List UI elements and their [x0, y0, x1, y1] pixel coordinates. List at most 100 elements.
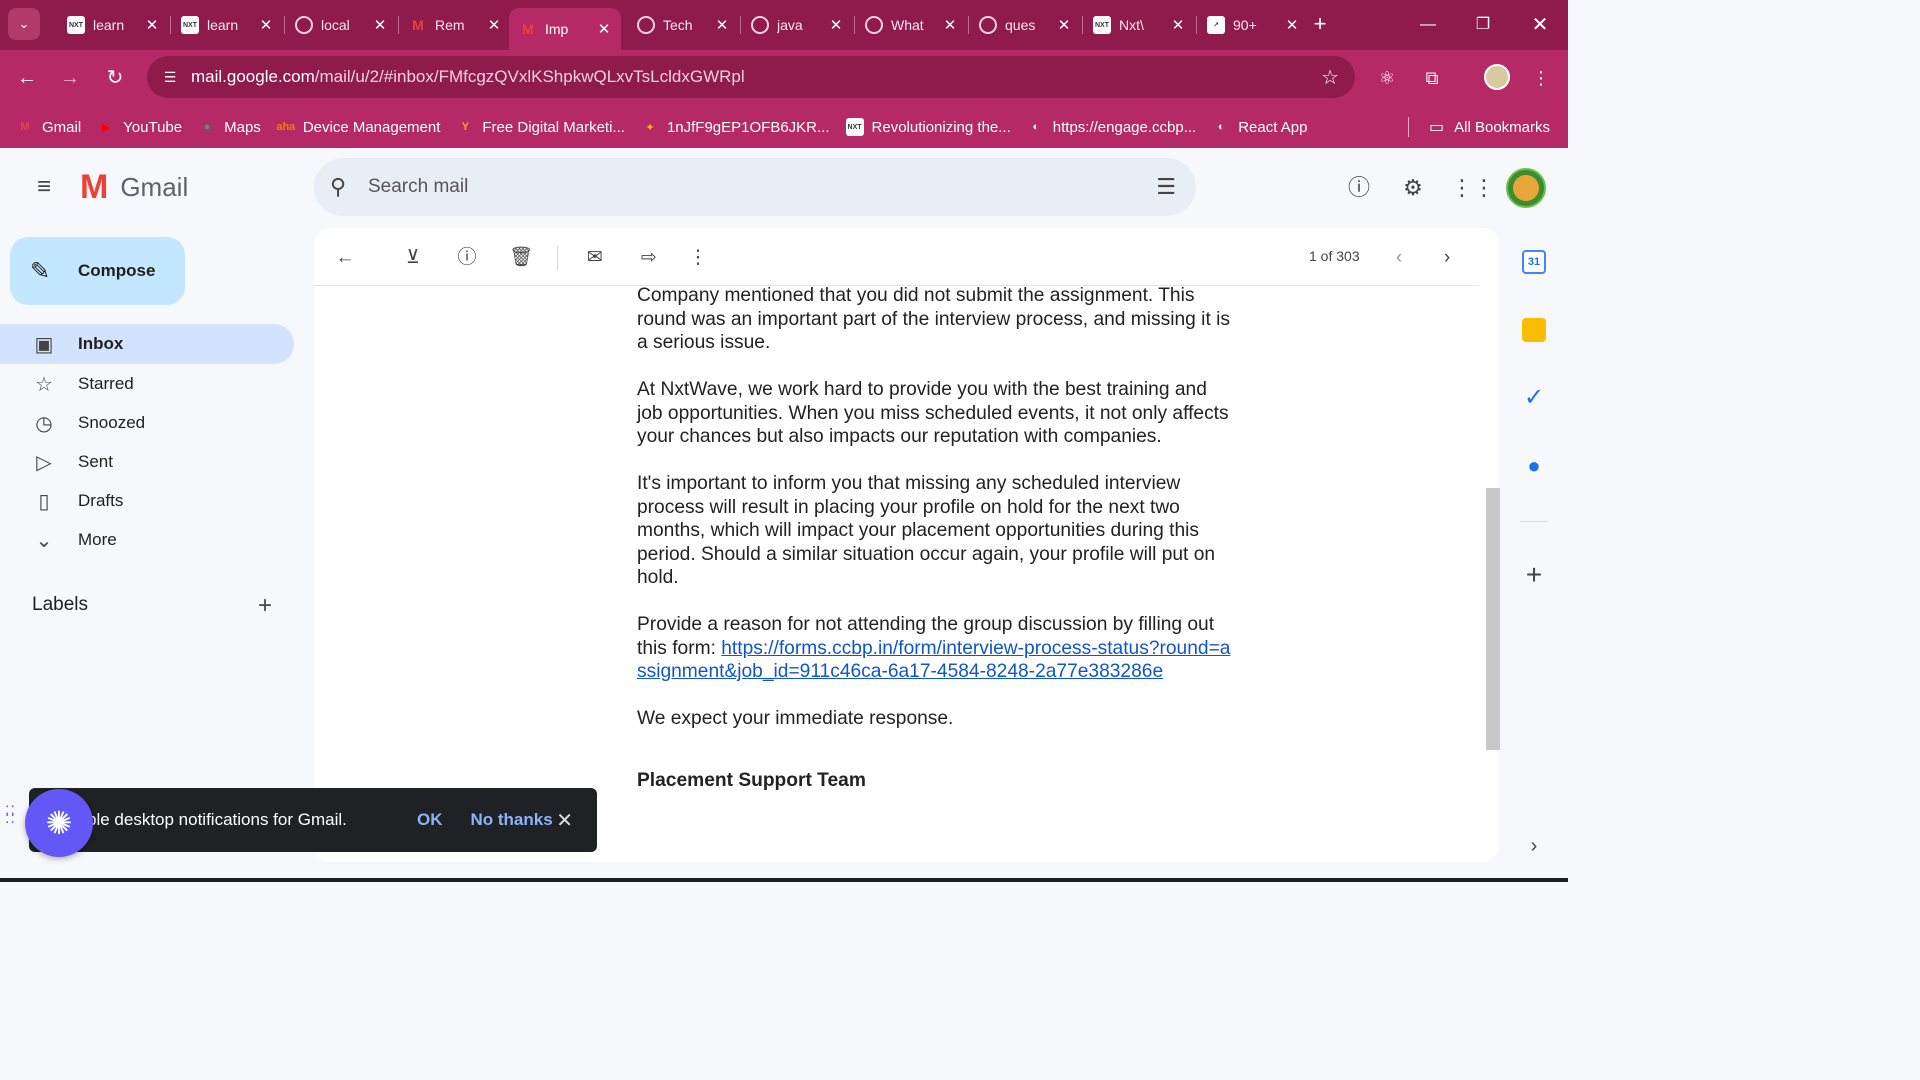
- close-tab-icon[interactable]: ✕: [939, 16, 961, 34]
- compose-button[interactable]: ✎ Compose: [10, 237, 185, 305]
- bookmark-item[interactable]: aha Device Management: [276, 118, 440, 136]
- show-side-panel-icon[interactable]: ›: [1520, 832, 1548, 860]
- newer-icon[interactable]: ‹: [1383, 242, 1415, 274]
- extensions-icon[interactable]: ⧉: [1416, 62, 1448, 94]
- main-menu-icon[interactable]: ≡: [28, 172, 60, 204]
- add-label-icon[interactable]: +: [258, 592, 272, 620]
- bookmark-item[interactable]: ◐ https://engage.ccbp...: [1027, 118, 1196, 136]
- chatgpt-favicon-icon: [637, 16, 655, 34]
- browser-tab[interactable]: ↗ 90+ ✕: [1197, 8, 1309, 42]
- search-icon[interactable]: ⚲: [330, 174, 356, 200]
- gmail-logo[interactable]: M Gmail: [80, 170, 188, 204]
- report-spam-icon[interactable]: ⓘ: [451, 242, 483, 274]
- bookmark-item[interactable]: M Gmail: [16, 118, 81, 136]
- close-tab-icon[interactable]: ✕: [825, 16, 847, 34]
- back-to-inbox-icon[interactable]: ←: [329, 242, 361, 274]
- browser-menu-icon[interactable]: ⋮: [1525, 62, 1557, 94]
- close-tab-icon[interactable]: ✕: [369, 16, 391, 34]
- account-avatar[interactable]: [1506, 168, 1546, 208]
- browser-tab[interactable]: local ✕: [285, 8, 397, 42]
- gmail-favicon-icon: M: [412, 17, 424, 33]
- sidebar-item-sent[interactable]: ▷ Sent: [0, 442, 294, 482]
- sidebar-item-starred[interactable]: ☆ Starred: [0, 364, 294, 404]
- tab-search-button[interactable]: ⌄: [8, 8, 40, 40]
- tab-title: local: [321, 17, 350, 33]
- browser-tab[interactable]: NXT Nxt\ ✕: [1083, 8, 1195, 42]
- web-favicon-icon: [865, 16, 883, 34]
- url-text[interactable]: mail.google.com/mail/u/2/#inbox/FMfcgzQV…: [191, 67, 745, 87]
- calendar-icon[interactable]: 31: [1522, 250, 1546, 274]
- more-options-icon[interactable]: ⋮: [682, 242, 714, 274]
- close-tab-icon[interactable]: ✕: [1281, 16, 1303, 34]
- sidebar-item-drafts[interactable]: ▯ Drafts: [0, 481, 294, 521]
- browser-tab[interactable]: NXT learn ✕: [171, 8, 283, 42]
- bookmark-item[interactable]: Y Free Digital Marketi...: [456, 118, 625, 136]
- form-link[interactable]: https://forms.ccbp.in/form/interview-pro…: [637, 638, 1230, 683]
- compose-label: Compose: [78, 261, 156, 280]
- no-thanks-button[interactable]: No thanks: [471, 810, 553, 830]
- delete-icon[interactable]: 🗑: [505, 242, 537, 274]
- bookmark-label: Gmail: [42, 118, 82, 136]
- browser-tab[interactable]: NXT learn ✕: [57, 8, 169, 42]
- close-tab-icon[interactable]: ✕: [593, 20, 615, 38]
- close-icon[interactable]: ✕: [556, 808, 573, 833]
- bookmark-star-icon[interactable]: ☆: [1321, 65, 1339, 90]
- pencil-icon: ✎: [30, 257, 51, 285]
- globe-icon: ◐: [1032, 121, 1040, 133]
- browser-profile-avatar[interactable]: [1484, 64, 1510, 90]
- search-input[interactable]: [368, 176, 1068, 198]
- scrollbar-thumb[interactable]: [1486, 488, 1500, 750]
- extension-fab-icon[interactable]: ✺: [25, 789, 93, 857]
- bookmark-item[interactable]: ▶ YouTube: [97, 118, 182, 136]
- settings-gear-icon[interactable]: ⚙: [1397, 172, 1429, 204]
- close-tab-icon[interactable]: ✕: [1053, 16, 1075, 34]
- get-addons-icon[interactable]: +: [1520, 561, 1548, 589]
- help-icon[interactable]: ⓘ: [1343, 172, 1375, 204]
- browser-tab[interactable]: ques ✕: [969, 8, 1081, 42]
- browser-tab[interactable]: Tech ✕: [627, 8, 739, 42]
- enable-notifications-ok-button[interactable]: OK: [417, 810, 443, 830]
- search-options-icon[interactable]: ☰: [1156, 174, 1176, 200]
- apps-grid-icon[interactable]: ⋮⋮: [1451, 172, 1495, 204]
- back-button[interactable]: ←: [11, 62, 43, 94]
- react-devtools-icon[interactable]: ⚛: [1371, 62, 1403, 94]
- bookmark-item[interactable]: ◐ React App: [1212, 118, 1308, 136]
- browser-tab[interactable]: java ✕: [741, 8, 853, 42]
- close-window-button[interactable]: ✕: [1525, 10, 1555, 40]
- reload-button[interactable]: ↻: [99, 62, 131, 94]
- site-info-icon[interactable]: ☰: [159, 69, 181, 86]
- close-tab-icon[interactable]: ✕: [483, 16, 505, 34]
- minimize-button[interactable]: —: [1413, 10, 1443, 40]
- send-icon: ▷: [36, 451, 52, 474]
- new-tab-button[interactable]: +: [1306, 10, 1334, 38]
- close-tab-icon[interactable]: ✕: [711, 16, 733, 34]
- archive-icon[interactable]: ⊻: [397, 242, 429, 274]
- drag-handle-icon[interactable]: ⁚⁚ ⁚⁚: [5, 804, 19, 836]
- bookmark-item[interactable]: NXT Revolutionizing the...: [845, 118, 1011, 136]
- mark-unread-icon[interactable]: ✉: [579, 242, 611, 274]
- body-paragraph: It's important to inform you that missin…: [637, 473, 1216, 588]
- older-icon[interactable]: ›: [1431, 242, 1463, 274]
- search-bar: ⚲ ☰: [314, 158, 1196, 216]
- contacts-icon[interactable]: ●: [1520, 452, 1548, 480]
- bookmark-item[interactable]: ✦ 1nJfF9gEP1OFB6JKR...: [641, 118, 829, 136]
- all-bookmarks[interactable]: ▭ All Bookmarks: [1408, 106, 1550, 148]
- address-bar[interactable]: ☰ mail.google.com/mail/u/2/#inbox/FMfcgz…: [147, 56, 1355, 98]
- forward-button[interactable]: →: [54, 62, 86, 94]
- chevron-down-icon: ⌄: [35, 529, 53, 552]
- sidebar-item-snoozed[interactable]: ◷ Snoozed: [0, 403, 294, 443]
- browser-tab[interactable]: M Imp ✕: [509, 8, 621, 50]
- close-tab-icon[interactable]: ✕: [255, 16, 277, 34]
- sidebar-item-more[interactable]: ⌄ More: [0, 520, 294, 560]
- move-to-icon[interactable]: ⇨: [633, 242, 665, 274]
- keep-icon[interactable]: [1522, 318, 1546, 342]
- close-tab-icon[interactable]: ✕: [141, 16, 163, 34]
- chart-favicon-icon: ↗: [1207, 16, 1225, 34]
- browser-tab[interactable]: What ✕: [855, 8, 967, 42]
- close-tab-icon[interactable]: ✕: [1167, 16, 1189, 34]
- bookmark-item[interactable]: ● Maps: [198, 118, 261, 136]
- tasks-icon[interactable]: ✓: [1520, 384, 1548, 412]
- sidebar-item-inbox[interactable]: ▣ Inbox: [0, 324, 294, 364]
- restore-button[interactable]: ❐: [1468, 10, 1498, 40]
- browser-tab[interactable]: M Rem ✕: [399, 8, 511, 42]
